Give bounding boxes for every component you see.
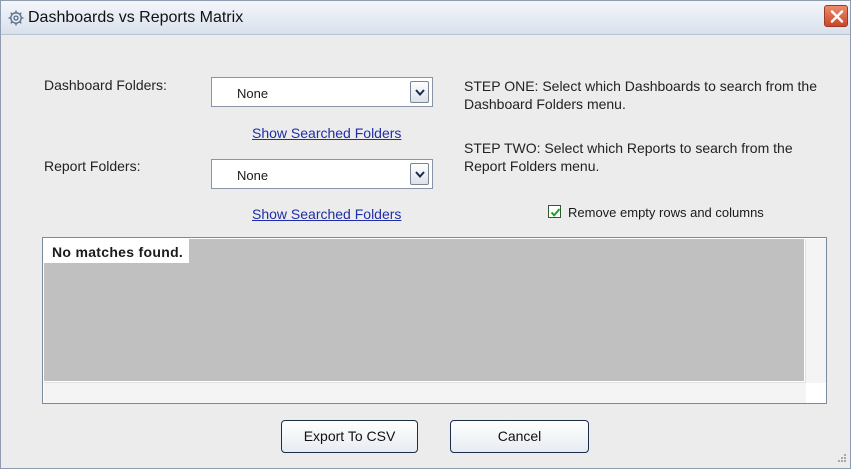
dashboard-folders-value: None (237, 86, 269, 101)
chevron-down-icon[interactable] (410, 163, 429, 185)
report-folders-select[interactable]: None (211, 159, 433, 189)
step-two-instructions: STEP TWO: Select which Reports to search… (464, 140, 793, 174)
resize-grip-icon[interactable] (835, 453, 847, 465)
step-one-instructions: STEP ONE: Select which Dashboards to sea… (464, 78, 818, 112)
title-bar[interactable]: Dashboards vs Reports Matrix (1, 1, 850, 35)
dialog-window: Dashboards vs Reports Matrix Dashboard F… (0, 0, 851, 469)
export-to-csv-button[interactable]: Export To CSV (281, 420, 418, 453)
chevron-down-icon[interactable] (410, 81, 429, 103)
remove-empty-checkbox[interactable] (548, 205, 561, 218)
no-matches-message: No matches found. (44, 239, 190, 263)
remove-empty-label: Remove empty rows and columns (568, 205, 764, 220)
dashboard-folders-select[interactable]: None (211, 77, 433, 107)
show-searched-report-folders-link[interactable]: Show Searched Folders (252, 206, 401, 222)
cancel-button[interactable]: Cancel (450, 420, 589, 453)
horizontal-scrollbar[interactable] (44, 382, 806, 403)
show-searched-dashboard-folders-link[interactable]: Show Searched Folders (252, 125, 401, 141)
gear-icon (7, 9, 25, 27)
close-icon (830, 10, 844, 23)
vertical-scrollbar[interactable] (805, 239, 826, 383)
results-grid[interactable]: No matches found. (42, 237, 827, 404)
window-title: Dashboards vs Reports Matrix (28, 9, 244, 26)
report-folders-value: None (237, 168, 269, 183)
checkmark-icon (550, 208, 561, 217)
close-button[interactable] (824, 5, 848, 27)
results-grid-area: No matches found. (44, 239, 804, 381)
dashboard-folders-label: Dashboard Folders: (44, 77, 167, 93)
report-folders-label: Report Folders: (44, 158, 141, 174)
